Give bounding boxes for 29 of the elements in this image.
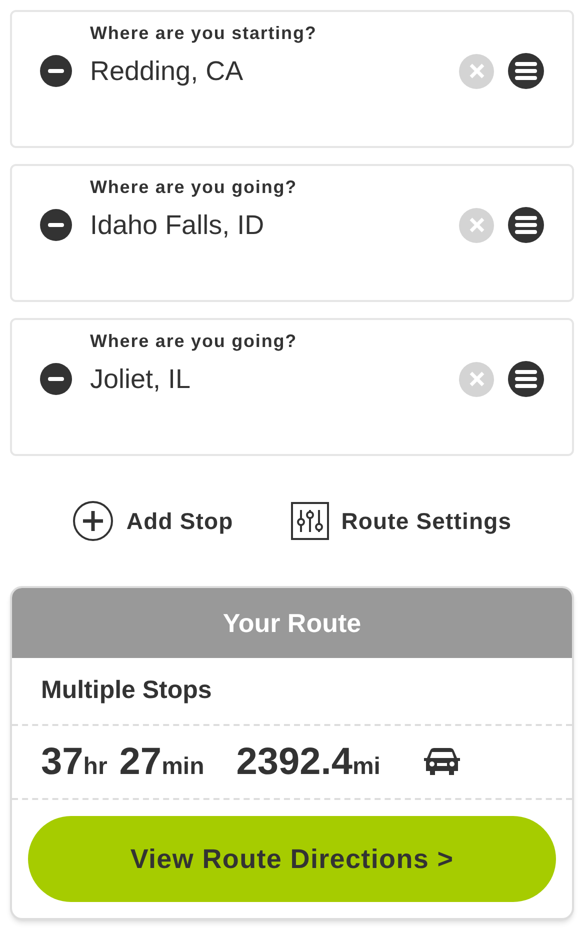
close-icon	[468, 217, 484, 234]
menu-button[interactable]	[508, 207, 544, 244]
route-title: Your Route	[222, 606, 362, 640]
menu-button[interactable]	[508, 361, 544, 398]
stop-label: Where are you starting?	[90, 23, 317, 43]
location-field[interactable]: Redding, CA	[90, 51, 459, 92]
close-icon	[468, 371, 484, 388]
stop-label: Where are you going?	[90, 177, 298, 197]
distance-unit: mi	[352, 752, 380, 782]
distance-value: 2392.4	[236, 740, 352, 784]
stop-label: Where are you going?	[90, 331, 298, 351]
duration-unit: min	[162, 752, 204, 782]
route-subtitle: Multiple Stops	[41, 675, 212, 706]
remove-stop-button[interactable]	[40, 209, 72, 242]
car-icon	[422, 747, 462, 777]
location-field[interactable]: Idaho Falls, ID	[90, 205, 459, 246]
sliders-icon	[291, 502, 330, 540]
add-stop-button[interactable]: Add Stop	[72, 500, 234, 542]
add-icon	[72, 500, 114, 542]
duration-unit: hr	[83, 752, 108, 782]
view-directions-button[interactable]: View Route Directions >	[28, 816, 556, 902]
menu-button[interactable]	[508, 53, 544, 90]
duration-value: 27	[119, 740, 162, 784]
duration-value: 37	[41, 740, 84, 784]
route-settings-button[interactable]: Route Settings	[291, 502, 512, 540]
remove-stop-button[interactable]	[40, 55, 72, 88]
remove-stop-button[interactable]	[40, 363, 72, 396]
close-icon	[468, 63, 484, 80]
location-field[interactable]: Joliet, IL	[90, 359, 459, 400]
